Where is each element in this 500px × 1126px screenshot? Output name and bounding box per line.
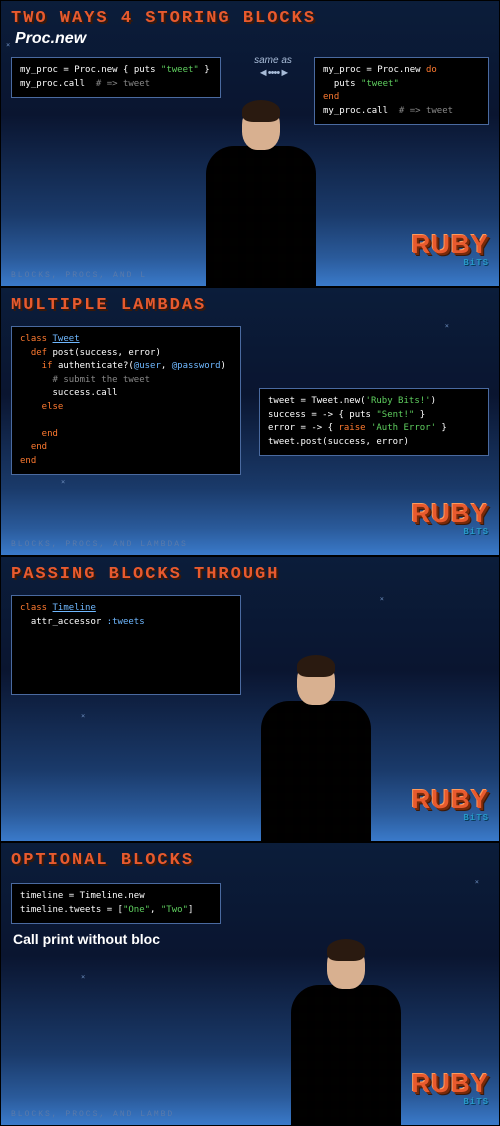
slide-proc-new: TWO WAYS 4 STORING BLOCKS Proc.new my_pr… (0, 0, 500, 287)
star-icon: × (81, 712, 85, 720)
code-block-left: my_proc = Proc.new { puts "tweet" } my_p… (11, 57, 221, 98)
slide-title: TWO WAYS 4 STORING BLOCKS (1, 1, 499, 32)
presenter-figure (196, 104, 326, 286)
ruby-bits-logo: RUBY BiTS (411, 502, 489, 537)
logo-main: RUBY (411, 1072, 489, 1095)
presenter-figure (281, 943, 411, 1125)
slide-title: MULTIPLE LAMBDAS (1, 288, 499, 319)
code-block: timeline = Timeline.new timeline.tweets … (11, 883, 221, 924)
logo-main: RUBY (411, 233, 489, 256)
slide-subtitle: Proc.new (1, 30, 499, 48)
logo-main: RUBY (411, 788, 489, 811)
logo-main: RUBY (411, 502, 489, 525)
slide-multiple-lambdas: MULTIPLE LAMBDAS class Tweet def post(su… (0, 287, 500, 556)
footer-text: BLOCKS, PROCS, AND LAMBDAS (11, 540, 188, 549)
slide-optional-blocks: OPTIONAL BLOCKS timeline = Timeline.new … (0, 842, 500, 1126)
caption-text: Call print without bloc (13, 931, 160, 947)
same-as-text: same as (254, 55, 292, 66)
star-icon: × (61, 478, 65, 486)
star-icon: × (81, 973, 85, 981)
star-icon: × (445, 322, 449, 330)
code-block-right: tweet = Tweet.new('Ruby Bits!') success … (259, 388, 489, 456)
footer-text: BLOCKS, PROCS, AND LAMBD (11, 1110, 174, 1119)
ruby-bits-logo: RUBY BiTS (411, 1072, 489, 1107)
code-block-left: class Tweet def post(success, error) if … (11, 326, 241, 475)
logo-sub: BiTS (411, 813, 489, 823)
ruby-bits-logo: RUBY BiTS (411, 788, 489, 823)
ruby-bits-logo: RUBY BiTS (411, 233, 489, 268)
footer-text: BLOCKS, PROCS, AND L (11, 271, 147, 280)
presenter-figure (251, 659, 381, 841)
logo-sub: BiTS (411, 527, 489, 537)
arrows-icon: ◄ • • • • ► (239, 67, 307, 79)
slide-passing-blocks: PASSING BLOCKS THROUGH class Timeline at… (0, 556, 500, 842)
code-block-right: my_proc = Proc.new do puts "tweet" end m… (314, 57, 489, 125)
star-icon: × (380, 595, 384, 603)
code-block: class Timeline attr_accessor :tweets (11, 595, 241, 695)
slide-title: OPTIONAL BLOCKS (1, 843, 499, 874)
star-icon: × (475, 878, 479, 886)
slide-title: PASSING BLOCKS THROUGH (1, 557, 499, 588)
star-icon: × (6, 41, 10, 49)
logo-sub: BiTS (411, 1097, 489, 1107)
same-as-label: same as ◄ • • • • ► (239, 55, 307, 79)
logo-sub: BiTS (411, 258, 489, 268)
